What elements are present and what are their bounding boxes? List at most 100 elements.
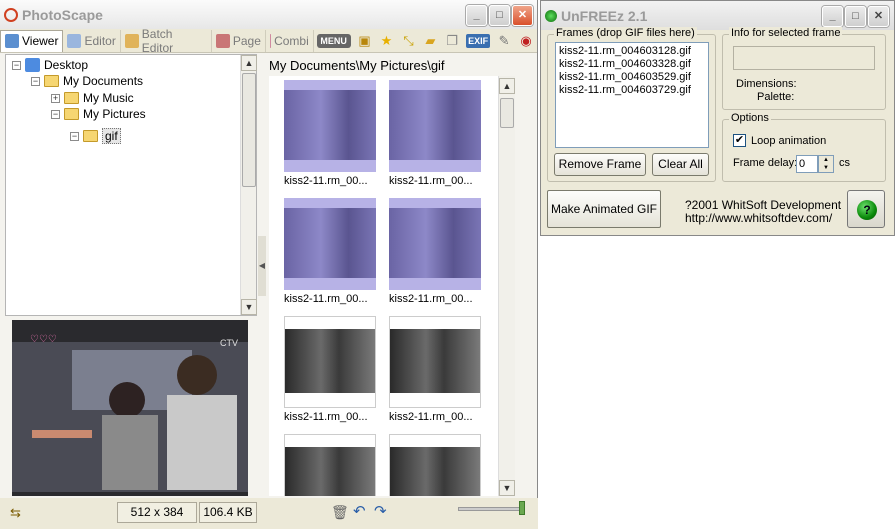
tab-combine[interactable]: Combi — [266, 29, 314, 52]
collapse-icon[interactable]: − — [51, 109, 60, 119]
close-button[interactable]: ✕ — [512, 5, 533, 26]
tree-label: Desktop — [44, 58, 89, 72]
rotate-icon[interactable]: ⤡ — [399, 32, 417, 50]
expand-icon[interactable]: + — [51, 93, 60, 103]
thumbnail-image — [389, 198, 481, 290]
scroll-up-icon[interactable]: ▲ — [499, 78, 515, 94]
photoscape-logo-icon — [4, 7, 18, 22]
frame-preview-box — [733, 46, 875, 70]
folder-tree: − Desktop − My Documents + My Music − My… — [5, 54, 257, 316]
scroll-thumb[interactable] — [500, 98, 514, 128]
panel-splitter[interactable]: ◀ — [258, 236, 266, 296]
exif-button[interactable]: EXIF — [466, 33, 491, 48]
grid-scrollbar[interactable]: ▲ ▼ — [498, 76, 515, 496]
thumbnail-item[interactable]: kiss2-11.rm_00... — [389, 198, 481, 305]
thumbnail-caption: kiss2-11.rm_00... — [389, 293, 473, 305]
help-icon[interactable]: ◉ — [517, 32, 535, 50]
desktop-icon — [25, 58, 40, 72]
frames-group-label: Frames (drop GIF files here) — [554, 27, 697, 39]
list-item[interactable]: kiss2-11.rm_004603529.gif — [559, 71, 705, 84]
collapse-icon[interactable]: − — [70, 131, 79, 141]
list-item[interactable]: kiss2-11.rm_004603328.gif — [559, 58, 705, 71]
list-item[interactable]: kiss2-11.rm_004603128.gif — [559, 45, 705, 58]
scroll-down-icon[interactable]: ▼ — [499, 480, 515, 496]
copy-icon[interactable]: ❐ — [443, 32, 461, 50]
scroll-down-icon[interactable]: ▼ — [241, 299, 257, 315]
thumbnail-item[interactable] — [389, 434, 481, 496]
tree-item-my-pictures[interactable]: − My Pictures — [51, 106, 146, 122]
tab-label: Batch Editor — [141, 26, 174, 55]
scroll-up-icon[interactable]: ▲ — [241, 55, 257, 71]
thumbnail-grid: kiss2-11.rm_00... kiss2-11.rm_00... kiss… — [269, 76, 515, 496]
thumbnail-caption: kiss2-11.rm_00... — [284, 293, 368, 305]
slider-knob[interactable] — [519, 501, 525, 515]
thumbnail-item[interactable]: kiss2-11.rm_00... — [284, 198, 376, 305]
trash-icon[interactable]: 🗑 — [331, 504, 349, 521]
sync-icon[interactable]: ⇆ — [10, 505, 21, 521]
thumbnail-image — [284, 80, 376, 172]
tree-item-my-music[interactable]: + My Music — [51, 90, 134, 106]
thumbnail-item[interactable] — [284, 434, 376, 496]
list-item[interactable]: kiss2-11.rm_004603729.gif — [559, 84, 705, 97]
svg-text:CTV: CTV — [220, 338, 238, 348]
thumbnail-image — [284, 434, 376, 496]
dimensions-label: Dimensions: — [736, 78, 797, 90]
folder-icon — [83, 130, 98, 142]
make-animated-gif-button[interactable]: Make Animated GIF — [547, 190, 661, 228]
thumbnail-item[interactable]: kiss2-11.rm_00... — [389, 316, 481, 423]
window-title: UnFREEz 2.1 — [561, 7, 648, 24]
status-bar: ⇆ 512 x 384 106.4 KB 🗑 ↶ ↷ — [0, 498, 538, 529]
folder-icon[interactable]: ▰ — [421, 32, 439, 50]
scroll-thumb[interactable] — [242, 73, 256, 187]
clear-all-button[interactable]: Clear All — [652, 153, 709, 176]
tree-item-my-documents[interactable]: − My Documents — [31, 73, 143, 89]
maximize-button[interactable]: □ — [845, 6, 866, 27]
file-size: 106.4 KB — [199, 502, 257, 523]
rotate-right-icon[interactable]: ↷ — [374, 502, 387, 520]
collapse-icon[interactable]: − — [12, 60, 21, 70]
tab-label: Viewer — [22, 34, 59, 48]
tree-scrollbar[interactable]: ▲ ▼ — [240, 55, 257, 315]
collapse-icon[interactable]: − — [31, 76, 40, 86]
frames-list[interactable]: kiss2-11.rm_004603128.gif kiss2-11.rm_00… — [555, 42, 709, 148]
tree-item-gif[interactable]: − gif — [70, 128, 121, 144]
unfreez-logo-icon — [545, 9, 557, 22]
thumbnail-item[interactable]: kiss2-11.rm_00... — [284, 80, 376, 187]
minimize-button[interactable]: _ — [466, 5, 487, 26]
slideshow-icon[interactable]: ▣ — [356, 32, 374, 50]
thumbnail-item[interactable]: kiss2-11.rm_00... — [284, 316, 376, 423]
tree-item-desktop[interactable]: − Desktop — [12, 57, 88, 73]
menu-button[interactable]: MENU — [316, 33, 351, 48]
tree-label: My Music — [83, 91, 134, 105]
tab-page[interactable]: Page — [212, 29, 266, 52]
help-icon: ? — [857, 200, 877, 220]
spin-buttons[interactable]: ▲ ▼ — [818, 155, 834, 173]
close-button[interactable]: ✕ — [868, 6, 889, 27]
viewer-icon — [5, 34, 19, 48]
tools-icon[interactable]: ✎ — [495, 32, 513, 50]
photoscape-window: PhotoScape _ □ ✕ Viewer Editor Batch Edi… — [0, 0, 538, 529]
tab-viewer[interactable]: Viewer — [0, 29, 64, 52]
tab-editor[interactable]: Editor — [63, 29, 121, 52]
frame-delay-label: Frame delay: — [733, 157, 798, 169]
minimize-button[interactable]: _ — [822, 6, 843, 27]
thumbnail-size-slider[interactable] — [458, 507, 524, 511]
about-button[interactable]: ? — [847, 190, 885, 228]
image-preview: ♡♡♡ CTV — [12, 320, 248, 496]
rotate-left-icon[interactable]: ↶ — [353, 502, 366, 520]
palette-label: Palette: — [757, 91, 795, 103]
maximize-button[interactable]: □ — [489, 5, 510, 26]
tab-batch-editor[interactable]: Batch Editor — [121, 26, 212, 55]
loop-checkbox[interactable]: ✔ — [733, 134, 746, 147]
page-icon — [215, 33, 230, 48]
editor-icon — [67, 33, 82, 48]
thumbnail-item[interactable]: kiss2-11.rm_00... — [389, 80, 481, 187]
thumbnail-image — [389, 316, 481, 408]
frame-delay-input[interactable]: 0 — [796, 155, 818, 173]
unfreez-titlebar: UnFREEz 2.1 _ □ ✕ — [541, 1, 894, 30]
star-icon[interactable]: ★ — [378, 32, 396, 50]
info-group-label: Info for selected frame — [729, 27, 843, 39]
website-link[interactable]: http://www.whitsoftdev.com/ — [685, 211, 832, 225]
tree-label: My Pictures — [83, 107, 146, 121]
remove-frame-button[interactable]: Remove Frame — [554, 153, 646, 176]
